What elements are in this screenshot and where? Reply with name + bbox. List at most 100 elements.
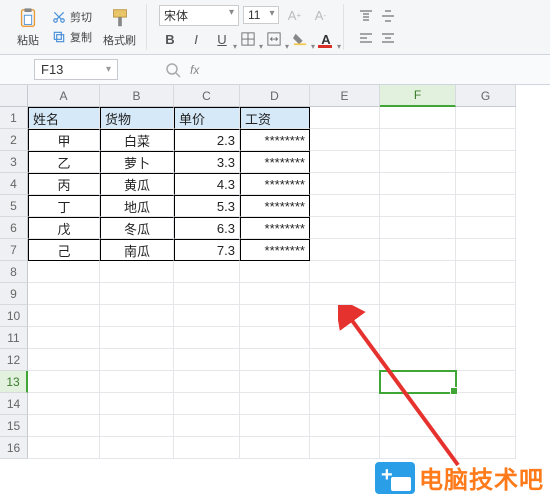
increase-font-button[interactable]: A+ [283, 4, 305, 26]
cell[interactable]: 5.3 [174, 195, 240, 217]
cell[interactable] [456, 415, 516, 437]
cell[interactable] [174, 393, 240, 415]
font-color-button[interactable]: A ▾ [315, 28, 337, 50]
cell[interactable] [310, 173, 380, 195]
column-header-D[interactable]: D [240, 85, 310, 107]
cell[interactable] [456, 283, 516, 305]
cut-button[interactable]: 剪切 [48, 8, 95, 26]
cell[interactable]: 3.3 [174, 151, 240, 173]
cell[interactable]: ******** [240, 129, 310, 151]
row-header[interactable]: 9 [0, 283, 28, 305]
cell[interactable]: 南瓜 [100, 239, 174, 261]
cell[interactable] [100, 393, 174, 415]
cell[interactable] [310, 195, 380, 217]
cell[interactable] [456, 349, 516, 371]
cell[interactable] [28, 349, 100, 371]
cell[interactable] [174, 283, 240, 305]
fx-icon[interactable]: fx [190, 63, 199, 77]
cell[interactable] [380, 349, 456, 371]
cell[interactable] [310, 415, 380, 437]
row-header[interactable]: 5 [0, 195, 28, 217]
cell[interactable] [456, 437, 516, 459]
cell[interactable]: ******** [240, 239, 310, 261]
italic-button[interactable]: I [185, 28, 207, 50]
cell[interactable]: 戊 [28, 217, 100, 239]
format-painter-button[interactable]: 格式刷 [99, 4, 140, 50]
cell[interactable] [380, 371, 456, 393]
cell[interactable] [456, 305, 516, 327]
cell[interactable]: ******** [240, 195, 310, 217]
cell[interactable] [380, 305, 456, 327]
cell[interactable]: 工资 [240, 107, 310, 129]
cell[interactable] [456, 239, 516, 261]
cell[interactable] [240, 415, 310, 437]
cell[interactable] [240, 305, 310, 327]
decrease-font-button[interactable]: A- [309, 4, 331, 26]
column-header-A[interactable]: A [28, 85, 100, 107]
align-middle-button[interactable] [378, 6, 398, 26]
row-header[interactable]: 4 [0, 173, 28, 195]
cell[interactable] [28, 305, 100, 327]
cell[interactable] [310, 129, 380, 151]
cell[interactable] [28, 371, 100, 393]
cell[interactable]: 地瓜 [100, 195, 174, 217]
cell[interactable] [240, 393, 310, 415]
cell[interactable]: 己 [28, 239, 100, 261]
cell[interactable]: 姓名 [28, 107, 100, 129]
cell[interactable] [100, 371, 174, 393]
fill-color-button[interactable]: ▾ [289, 28, 311, 50]
cell[interactable]: 白菜 [100, 129, 174, 151]
cell[interactable] [240, 437, 310, 459]
cell[interactable] [380, 195, 456, 217]
row-header[interactable]: 2 [0, 129, 28, 151]
cell[interactable] [100, 349, 174, 371]
search-icon[interactable] [164, 61, 182, 79]
paste-button[interactable]: 粘贴 [12, 4, 44, 50]
cell[interactable] [28, 393, 100, 415]
row-header[interactable]: 16 [0, 437, 28, 459]
cell[interactable] [174, 349, 240, 371]
cell[interactable]: 7.3 [174, 239, 240, 261]
cell[interactable] [456, 107, 516, 129]
cell[interactable] [100, 305, 174, 327]
column-header-E[interactable]: E [310, 85, 380, 107]
cell[interactable] [380, 151, 456, 173]
row-header[interactable]: 1 [0, 107, 28, 129]
cell[interactable] [100, 261, 174, 283]
column-header-B[interactable]: B [100, 85, 174, 107]
cell[interactable] [456, 151, 516, 173]
align-top-button[interactable] [356, 6, 376, 26]
row-header[interactable]: 10 [0, 305, 28, 327]
cell[interactable] [240, 349, 310, 371]
copy-button[interactable]: 复制 [48, 28, 95, 46]
cell[interactable] [174, 261, 240, 283]
row-header[interactable]: 12 [0, 349, 28, 371]
bold-button[interactable]: B [159, 28, 181, 50]
cell[interactable] [100, 283, 174, 305]
cell[interactable] [310, 437, 380, 459]
row-header[interactable]: 7 [0, 239, 28, 261]
align-left-button[interactable] [356, 28, 376, 48]
cell[interactable]: 冬瓜 [100, 217, 174, 239]
cell[interactable]: 乙 [28, 151, 100, 173]
cell[interactable] [240, 327, 310, 349]
cell[interactable]: 甲 [28, 129, 100, 151]
cell[interactable] [310, 151, 380, 173]
cell[interactable] [380, 415, 456, 437]
row-header[interactable]: 3 [0, 151, 28, 173]
cell[interactable] [174, 327, 240, 349]
cell[interactable] [310, 327, 380, 349]
cell[interactable] [380, 393, 456, 415]
select-all-corner[interactable] [0, 85, 28, 107]
row-header[interactable]: 14 [0, 393, 28, 415]
cell[interactable] [380, 239, 456, 261]
cell[interactable] [310, 239, 380, 261]
cell[interactable]: 丙 [28, 173, 100, 195]
row-header[interactable]: 13 [0, 371, 28, 393]
cell[interactable] [174, 437, 240, 459]
cell[interactable] [380, 327, 456, 349]
cell[interactable] [28, 261, 100, 283]
cell[interactable]: 6.3 [174, 217, 240, 239]
cell[interactable] [28, 283, 100, 305]
cell[interactable]: 单价 [174, 107, 240, 129]
